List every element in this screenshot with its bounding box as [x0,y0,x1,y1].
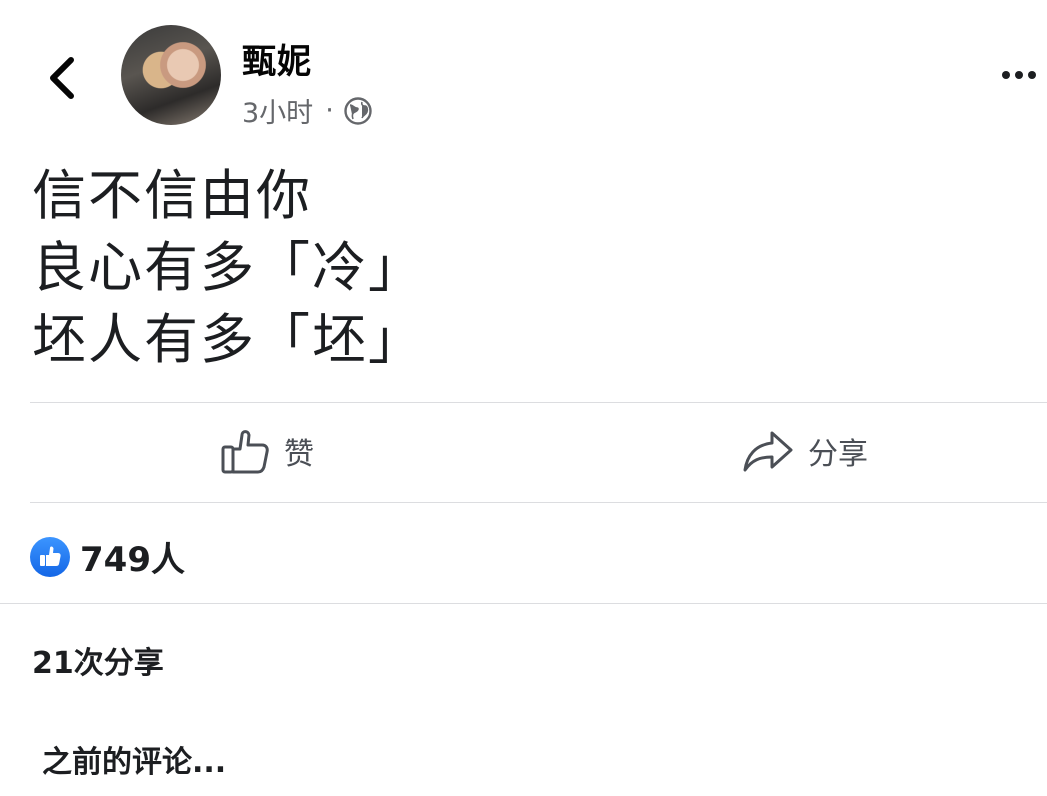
reaction-count: 749人 [80,540,185,580]
thumbs-up-icon [221,430,269,474]
meta-separator: · [325,95,334,126]
share-label: 分享 [808,437,868,472]
post-time: 3小时 [242,98,314,129]
author-name[interactable]: 甄妮 [242,34,312,83]
share-button[interactable]: 分享 [742,429,868,473]
more-options-button[interactable] [996,58,1042,92]
post-meta: 3小时 · [242,91,372,130]
like-button[interactable]: 赞 [220,427,314,475]
previous-comments-link[interactable]: 之前的评论... [42,737,226,781]
like-label: 赞 [284,437,314,472]
like-reaction-icon [30,536,70,577]
post-line: 信不信由你 [32,164,312,227]
globe-icon[interactable] [344,96,372,125]
divider [30,502,1047,503]
share-count[interactable]: 21次分享 [32,638,164,682]
reactions-summary[interactable]: 749人 [30,532,185,581]
back-button[interactable] [36,48,88,108]
more-horizontal-icon [1002,71,1010,79]
post-line: 良心有多「冷」 [32,236,424,299]
post-text: 信不信由你 良心有多「冷」 坯人有多「坯」 [32,160,424,376]
divider [0,603,1047,604]
share-arrow-icon [743,431,793,472]
avatar[interactable] [121,25,221,125]
divider [30,402,1047,403]
post-line: 坯人有多「坯」 [32,308,424,371]
chevron-left-icon [50,57,74,99]
